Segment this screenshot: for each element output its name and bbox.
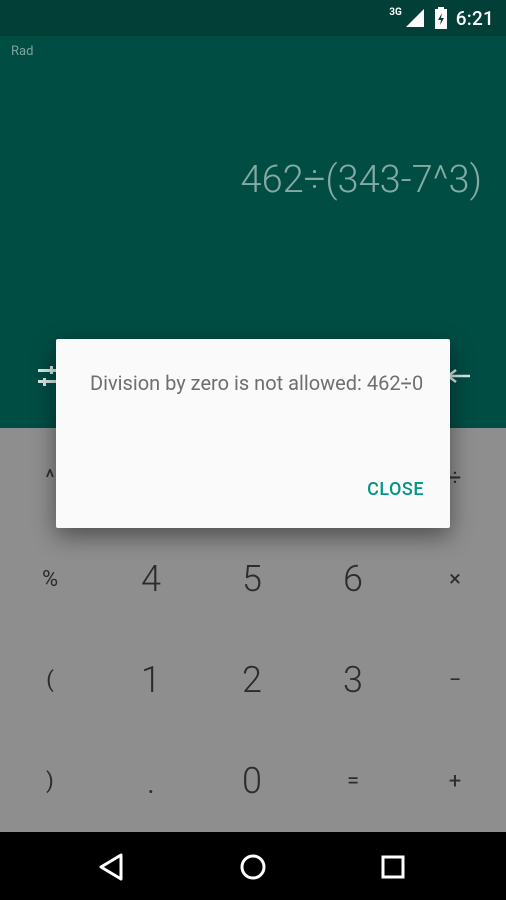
signal-icon xyxy=(405,9,424,27)
key-5[interactable]: 5 xyxy=(202,529,302,629)
key-close-paren[interactable]: ) xyxy=(0,731,100,831)
key-minus[interactable]: − xyxy=(405,630,505,730)
formula-text[interactable]: 462÷(343-7^3) xyxy=(241,158,483,202)
key-1[interactable]: 1 xyxy=(101,630,201,730)
key-percent[interactable]: % xyxy=(0,529,100,629)
key-multiply[interactable]: × xyxy=(405,529,505,629)
key-decimal[interactable]: . xyxy=(101,731,201,831)
key-3[interactable]: 3 xyxy=(303,630,403,730)
dialog-message: Division by zero is not allowed: 462÷0 xyxy=(90,371,424,395)
home-icon[interactable] xyxy=(238,852,268,882)
key-open-paren[interactable]: ( xyxy=(0,630,100,730)
clock: 6:21 xyxy=(455,6,494,30)
navigation-bar xyxy=(0,832,506,900)
status-icons: 3G 6:21 xyxy=(389,6,494,30)
battery-charging-icon xyxy=(434,7,447,29)
back-icon[interactable] xyxy=(97,852,127,882)
close-button[interactable]: CLOSE xyxy=(367,479,424,500)
angle-mode-indicator: Rad xyxy=(11,44,34,59)
error-dialog: Division by zero is not allowed: 462÷0 C… xyxy=(56,339,450,528)
network-type: 3G xyxy=(389,6,402,18)
key-equals[interactable]: = xyxy=(303,731,403,831)
status-bar: 3G 6:21 xyxy=(0,0,506,36)
key-2[interactable]: 2 xyxy=(202,630,302,730)
key-6[interactable]: 6 xyxy=(303,529,403,629)
recents-icon[interactable] xyxy=(378,852,408,882)
key-4[interactable]: 4 xyxy=(101,529,201,629)
key-0[interactable]: 0 xyxy=(202,731,302,831)
key-plus[interactable]: + xyxy=(405,731,505,831)
